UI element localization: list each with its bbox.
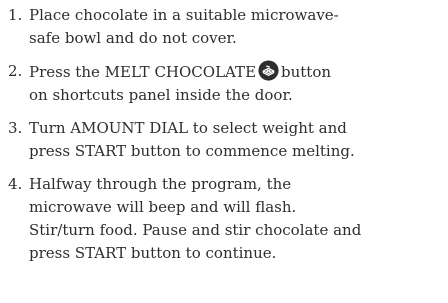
step-text-line: Turn AMOUNT DIAL to select weight and — [29, 119, 347, 137]
step-text-line: Press the MELT CHOCOLATE button — [29, 60, 446, 84]
step-number: 2. — [8, 62, 23, 80]
step-text-line: on shortcuts panel inside the door. — [29, 86, 293, 104]
step-text-line: press START button to continue. — [29, 244, 277, 262]
step-1: 1. Place chocolate in a suitable microwa… — [8, 4, 446, 50]
step-text-line: Place chocolate in a suitable microwave- — [29, 6, 339, 24]
step-4: 4. Halfway through the program, the micr… — [8, 173, 446, 265]
step-number: 4. — [8, 175, 23, 193]
step-text-line: Stir/turn food. Pause and stir chocolate… — [29, 221, 362, 239]
step-3: 3. Turn AMOUNT DIAL to select weight and… — [8, 117, 446, 163]
melt-chocolate-steps: 1. Place chocolate in a suitable microwa… — [8, 4, 446, 275]
step-number: 1. — [8, 6, 23, 24]
step-text-segment: button — [281, 63, 332, 81]
step-text-segment: Press the MELT CHOCOLATE — [29, 63, 257, 81]
step-text-line: Halfway through the program, the — [29, 175, 292, 193]
step-text-line: safe bowl and do not cover. — [29, 29, 237, 47]
instructions-page: 1. Place chocolate in a suitable microwa… — [0, 0, 448, 303]
step-text-line: microwave will beep and will flash. — [29, 198, 297, 216]
step-2: 2. Press the MELT CHOCOLATE button on sh… — [8, 60, 446, 107]
step-number: 3. — [8, 119, 23, 137]
melt-chocolate-icon — [258, 60, 279, 81]
step-text-line: press START button to commence melting. — [29, 142, 355, 160]
